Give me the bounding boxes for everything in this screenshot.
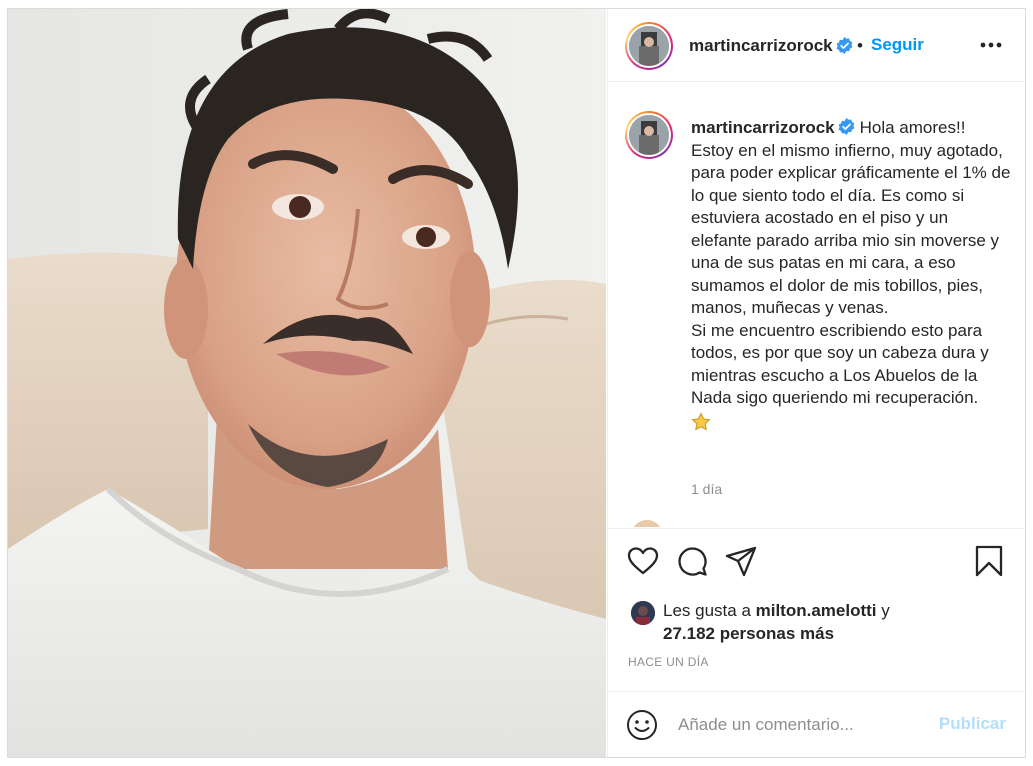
author-username[interactable]: martincarrizorock xyxy=(689,36,833,56)
likes-summary[interactable]: Les gusta a milton.amelotti y 27.182 per… xyxy=(628,599,1008,649)
caption-username[interactable]: martincarrizorock xyxy=(691,118,835,137)
liker-avatar[interactable] xyxy=(631,601,655,625)
post-photo[interactable] xyxy=(8,9,606,757)
separator-dot: • xyxy=(857,36,863,55)
bookmark-icon[interactable] xyxy=(972,544,1006,578)
post-side-panel: martincarrizorock • Seguir martincarrizo… xyxy=(607,9,1025,757)
caption-timestamp: 1 día xyxy=(691,481,723,497)
likes-line: Les gusta a milton.amelotti y xyxy=(663,601,890,621)
verified-badge-icon xyxy=(836,37,853,54)
comment-input[interactable] xyxy=(678,711,928,739)
liker-avatar-photo xyxy=(631,601,655,625)
post-actions xyxy=(608,528,1025,598)
post-header: martincarrizorock • Seguir xyxy=(608,9,1025,82)
caption-text: Hola amores!! Estoy en el mismo infierno… xyxy=(691,118,1011,407)
publish-button[interactable]: Publicar xyxy=(939,714,1006,734)
follow-button[interactable]: Seguir xyxy=(871,35,924,55)
post-timestamp[interactable]: HACE UN DÍA xyxy=(628,655,709,669)
caption-author-avatar[interactable] xyxy=(625,111,673,159)
comment-icon[interactable] xyxy=(675,544,709,578)
comments-section[interactable]: martincarrizorock Hola amores!! Estoy en… xyxy=(608,83,1025,527)
avatar-photo xyxy=(629,26,669,66)
verified-badge-icon xyxy=(838,118,854,135)
more-options-icon[interactable] xyxy=(978,33,1004,57)
paper-plane-icon[interactable] xyxy=(724,544,758,578)
selfie-image xyxy=(8,9,606,757)
post-caption: martincarrizorock Hola amores!! Estoy en… xyxy=(691,117,1011,435)
likes-prefix: Les gusta a xyxy=(663,601,756,620)
likes-count[interactable]: 27.182 personas más xyxy=(663,624,834,644)
next-comment-peek xyxy=(633,520,661,527)
smiley-icon[interactable] xyxy=(626,709,658,741)
star-emoji-icon xyxy=(691,411,711,431)
heart-icon[interactable] xyxy=(626,544,660,578)
avatar-photo xyxy=(629,115,669,155)
liker-username[interactable]: milton.amelotti xyxy=(756,601,877,620)
instagram-post-modal: martincarrizorock • Seguir martincarrizo… xyxy=(7,8,1026,758)
add-comment-bar: Publicar xyxy=(608,691,1025,757)
likes-suffix: y xyxy=(876,601,890,620)
author-avatar[interactable] xyxy=(625,22,673,70)
